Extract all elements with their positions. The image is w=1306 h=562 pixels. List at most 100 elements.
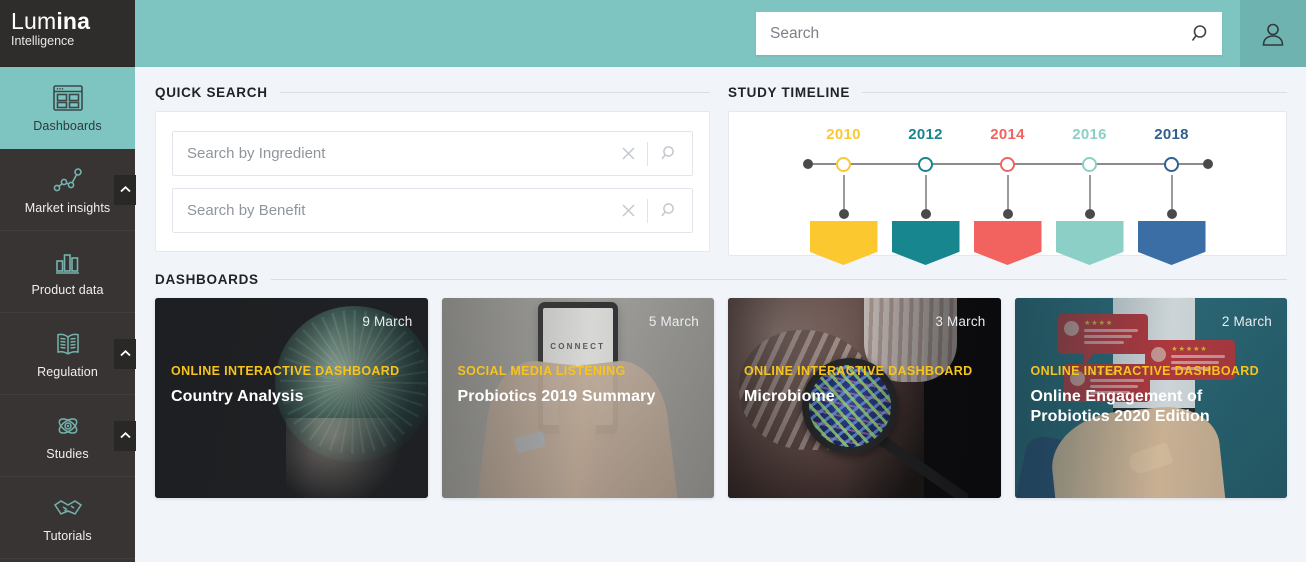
line-chart-icon [51,164,85,196]
brand-name: Lumina [11,8,135,34]
atom-icon [51,410,85,442]
timeline-inner: 2010 2012 2014 2016 2018 [802,126,1213,265]
sidebar-item-label: Studies [46,447,89,461]
timeline-stem [1131,175,1213,219]
open-book-icon [51,328,85,360]
brand-name-thin: Lum [11,8,57,34]
field-divider [647,141,648,166]
page-content: QUICK SEARCH Search by Ingredient Search… [135,67,1306,562]
timeline-year-label: 2012 [908,126,943,143]
timeline-nodes [803,153,1213,175]
card-date: 2 March [1221,314,1272,329]
section-title: DASHBOARDS [155,272,259,287]
chevron-up-icon[interactable] [114,420,136,451]
ingredient-search-input[interactable] [173,132,613,175]
sidebar-item-label: Regulation [37,365,98,379]
timeline-node[interactable] [967,153,1049,175]
timeline-axis [802,153,1213,175]
heading-divider [862,92,1287,93]
timeline-stem [1049,175,1131,219]
card-title: Microbiome [744,388,835,405]
timeline-stem [803,175,885,219]
card-text: ONLINE INTERACTIVE DASHBOARD Microbiome [744,364,979,407]
brand-name-bold: ina [56,8,91,34]
chevron-up-icon[interactable] [114,338,136,369]
timeline-ribbons [803,221,1213,265]
timeline-ribbon [809,221,878,265]
timeline-ribbon [973,221,1042,265]
app-root: Lumina Intelligence Dashboards Market in… [0,0,1306,562]
benefit-search-input[interactable] [173,189,613,232]
sidebar-item-studies[interactable]: Studies [0,395,136,477]
timeline-ribbon-cell[interactable] [967,221,1049,265]
sidebar-item-dashboards[interactable]: Dashboards [0,67,135,149]
brand-subtitle: Intelligence [11,34,75,48]
card-date: 5 March [648,314,699,329]
chevron-up-icon[interactable] [114,174,136,205]
card-kicker: SOCIAL MEDIA LISTENING [457,364,626,378]
heading-divider [270,279,1287,280]
card-kicker: ONLINE INTERACTIVE DASHBOARD [1030,364,1260,378]
dashboards-heading: DASHBOARDS [155,272,1287,287]
brand-logo[interactable]: Lumina Intelligence [0,0,135,67]
close-icon[interactable] [613,139,643,169]
quick-search-card [155,111,710,252]
card-text: ONLINE INTERACTIVE DASHBOARD Online Enga… [1031,364,1266,427]
study-timeline-heading: STUDY TIMELINE [728,85,1287,100]
card-title: Online Engagement of Probiotics 2020 Edi… [1030,388,1210,425]
timeline-node[interactable] [885,153,967,175]
quick-search-heading: QUICK SEARCH [155,85,710,100]
timeline-node[interactable] [1131,153,1213,175]
timeline-stem [967,175,1049,219]
section-title: STUDY TIMELINE [728,85,851,100]
sidebar-nav: Dashboards Market insights Product data … [0,67,136,562]
timeline-year-label: 2018 [1154,126,1189,143]
timeline-node[interactable] [1049,153,1131,175]
top-widgets-row: QUICK SEARCH Search by Ingredient Search… [155,85,1287,265]
card-date: 9 March [362,314,413,329]
dashboard-card-probiotics-2019-summary[interactable]: CONNECT 5 March SOCIAL MEDIA LISTENING P… [441,298,714,498]
handshake-icon [51,492,85,524]
dashboards-section: DASHBOARDS 9 March ONLINE INTERACTIVE DA… [155,272,1287,498]
close-icon[interactable] [613,196,643,226]
top-header [135,0,1306,67]
bar-chart-icon [51,246,85,278]
study-timeline-card: 2010 2012 2014 2016 2018 [728,111,1287,265]
sidebar-item-product-data[interactable]: Product data [0,231,135,313]
sidebar-item-tutorials[interactable]: Tutorials [0,477,135,559]
dashboard-card-online-engagement[interactable]: ★★★★ ★★★★★ ★★★★ 2 March ONLINE INTERACTI… [1014,298,1287,498]
sidebar: Lumina Intelligence Dashboards Market in… [0,0,136,562]
timeline-ribbon-cell[interactable] [1131,221,1213,265]
dashboard-card-microbiome[interactable]: 3 March ONLINE INTERACTIVE DASHBOARD Mic… [728,298,1001,498]
timeline-ribbon-cell[interactable] [803,221,885,265]
timeline-year-label: 2014 [990,126,1025,143]
card-text: SOCIAL MEDIA LISTENING Probiotics 2019 S… [458,364,693,407]
sidebar-item-regulation[interactable]: Regulation [0,313,136,395]
card-kicker: ONLINE INTERACTIVE DASHBOARD [171,364,400,378]
timeline-stem [885,175,967,219]
dashboard-card-country-analysis[interactable]: 9 March ONLINE INTERACTIVE DASHBOARD Cou… [155,298,428,498]
quick-search-section: QUICK SEARCH [155,85,710,256]
card-date: 3 March [935,314,986,329]
timeline-ribbon-cell[interactable] [1049,221,1131,265]
timeline-node[interactable] [803,153,885,175]
global-search [756,12,1222,55]
timeline-ribbon-cell[interactable] [885,221,967,265]
sidebar-item-market-insights[interactable]: Market insights [0,149,136,231]
timeline-ribbon [1055,221,1124,265]
sidebar-item-label: Market insights [24,201,111,215]
timeline-year-label: 2010 [826,126,861,143]
timeline-year-label: 2016 [1072,126,1107,143]
search-icon[interactable] [1186,21,1212,47]
timeline-year-labels: 2010 2012 2014 2016 2018 [803,126,1213,150]
sidebar-item-label: Tutorials [43,529,92,543]
search-input[interactable] [756,12,1222,55]
user-avatar-icon[interactable] [1240,0,1306,67]
search-icon[interactable] [652,196,682,226]
card-title: Country Analysis [171,388,304,405]
sidebar-item-label: Dashboards [33,119,102,133]
search-icon[interactable] [652,139,682,169]
field-actions [613,139,692,169]
field-divider [647,198,648,223]
timeline-chart: 2010 2012 2014 2016 2018 [729,112,1286,265]
